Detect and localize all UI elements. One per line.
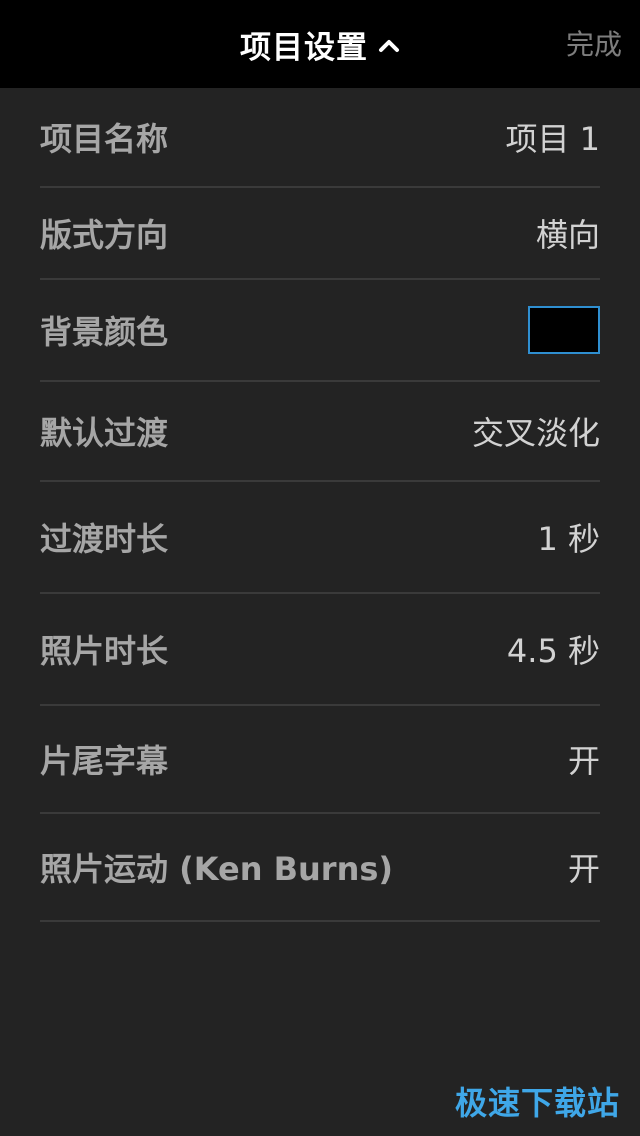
settings-list: 项目名称 项目 1 版式方向 横向 背景颜色 默认过渡 交叉淡化 过渡时长 1 …	[40, 88, 600, 922]
setting-row-project-name[interactable]: 项目名称 项目 1	[40, 88, 600, 188]
setting-row-photo-duration[interactable]: 照片时长 4.5 秒	[40, 594, 600, 706]
setting-label: 默认过渡	[40, 414, 169, 452]
title-area[interactable]: 项目设置	[0, 0, 640, 88]
watermark-logo: 极速下载站	[454, 1084, 620, 1122]
setting-value: 横向	[535, 216, 600, 254]
color-swatch[interactable]	[528, 306, 600, 354]
setting-value: 1 秒	[537, 520, 600, 558]
setting-label: 过渡时长	[40, 520, 169, 558]
setting-label: 背景颜色	[40, 313, 169, 351]
setting-value: 开	[567, 850, 600, 888]
setting-label: 照片运动 (Ken Burns)	[40, 850, 394, 888]
setting-label: 项目名称	[40, 120, 169, 158]
page-title[interactable]: 项目设置	[240, 22, 368, 67]
setting-row-default-transition[interactable]: 默认过渡 交叉淡化	[40, 382, 600, 482]
setting-row-transition-duration[interactable]: 过渡时长 1 秒	[40, 482, 600, 594]
setting-value: 交叉淡化	[471, 414, 600, 452]
setting-value: 开	[567, 742, 600, 780]
setting-label: 版式方向	[40, 216, 169, 254]
setting-row-orientation[interactable]: 版式方向 横向	[40, 188, 600, 280]
done-button[interactable]: 完成	[566, 0, 622, 88]
setting-label: 照片时长	[40, 632, 169, 670]
setting-row-end-credits[interactable]: 片尾字幕 开	[40, 706, 600, 814]
setting-label: 片尾字幕	[40, 742, 169, 780]
setting-value: 项目 1	[505, 120, 600, 158]
chevron-up-icon[interactable]	[378, 35, 400, 57]
setting-value: 4.5 秒	[506, 632, 600, 670]
setting-row-background-color[interactable]: 背景颜色	[40, 280, 600, 382]
setting-row-ken-burns[interactable]: 照片运动 (Ken Burns) 开	[40, 814, 600, 922]
